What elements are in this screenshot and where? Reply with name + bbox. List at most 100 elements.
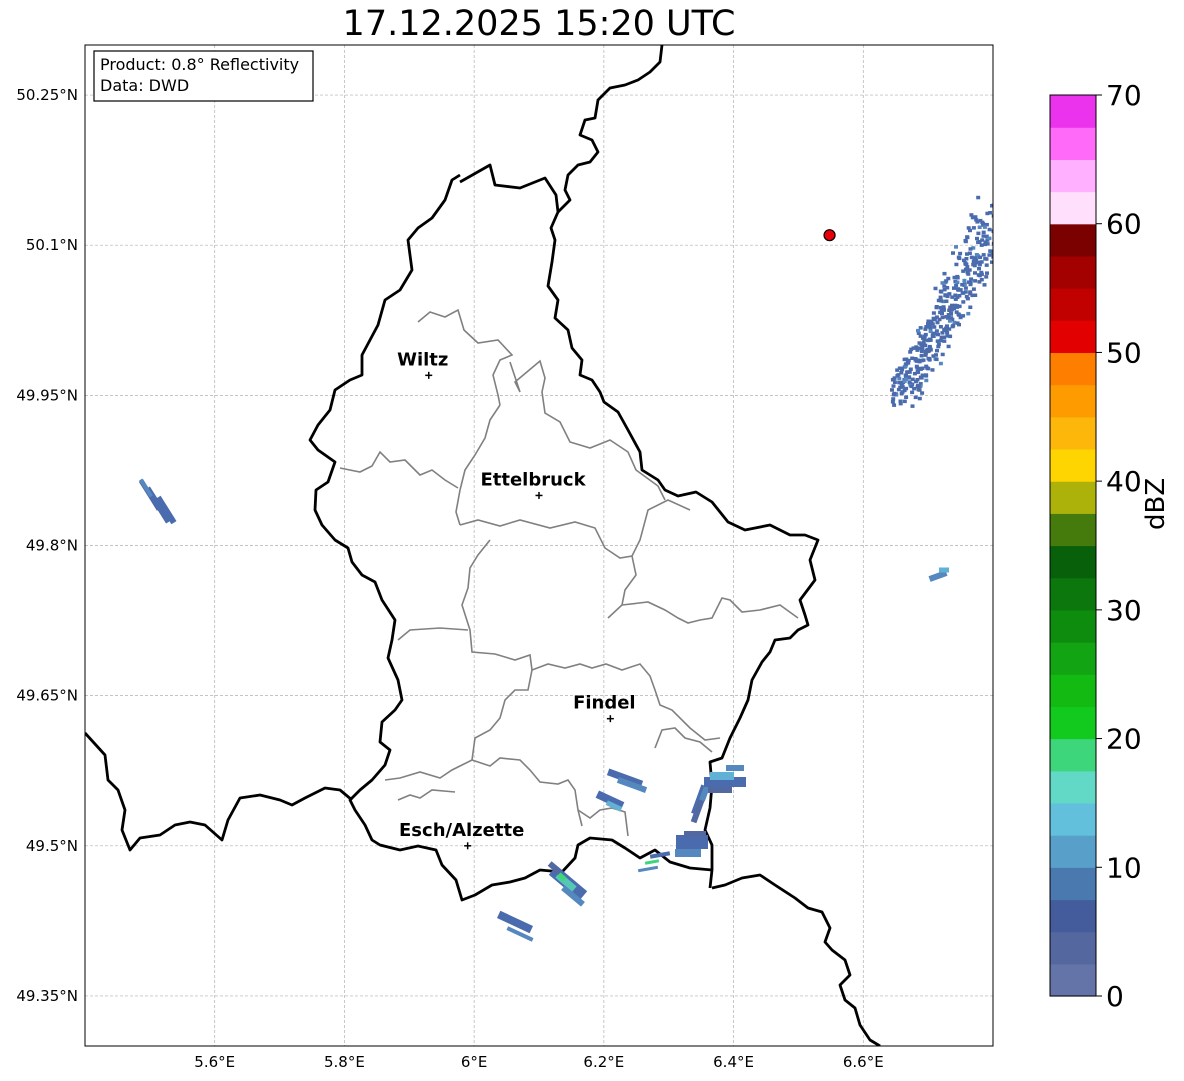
echo-pixel <box>951 251 955 255</box>
echo-pixel <box>892 380 897 384</box>
colorbar-segment <box>1050 288 1096 321</box>
y-tick-label: 50.25°N <box>16 86 78 104</box>
echo-patch <box>684 831 706 837</box>
echo-pixel <box>941 308 946 312</box>
echo-pixel <box>916 328 920 333</box>
colorbar-segment <box>1050 609 1096 643</box>
echo-pixel <box>892 403 897 407</box>
x-tick-label: 6°E <box>461 1053 488 1071</box>
echo-pixel <box>956 255 961 260</box>
radar-site-marker <box>823 229 836 242</box>
echo-pixel <box>946 344 951 349</box>
echo-pixel <box>926 319 931 323</box>
echo-pixel <box>907 370 912 374</box>
echo-patch <box>710 772 734 780</box>
echo-pixel <box>956 287 960 291</box>
x-tick-label: 5.8°E <box>324 1053 365 1071</box>
echo-pixel <box>944 299 949 303</box>
echo-pixel <box>939 335 944 340</box>
echo-pixel <box>925 366 930 370</box>
colorbar-segment <box>1050 642 1096 675</box>
colorbar-tick-label: 40 <box>1106 465 1142 498</box>
echo-pixel <box>987 227 992 232</box>
colorbar-tick-label: 60 <box>1106 208 1142 241</box>
echo-pixel <box>968 290 973 294</box>
echo-pixel <box>900 367 905 372</box>
echo-pixel <box>976 195 981 200</box>
echo-pixel <box>920 366 925 370</box>
colorbar-segment <box>1050 738 1096 772</box>
echo-pixel <box>914 364 919 369</box>
echo-pixel <box>987 253 992 257</box>
echo-pixel <box>984 263 989 267</box>
colorbar-label: dBZ <box>1141 477 1171 530</box>
city-label: Ettelbruck <box>480 469 586 490</box>
x-tick-label: 5.6°E <box>194 1053 235 1071</box>
city-label: Findel <box>573 693 636 714</box>
echo-pixel <box>950 303 954 308</box>
echo-pixel <box>976 231 981 236</box>
echo-pixel <box>892 391 897 396</box>
colorbar-segment <box>1050 127 1096 160</box>
echo-pixel <box>962 278 967 283</box>
echo-pixel <box>947 319 952 323</box>
colorbar-segment <box>1050 223 1096 257</box>
echo-pixel <box>955 295 960 299</box>
echo-pixel <box>919 354 924 358</box>
echo-pixel <box>968 305 973 309</box>
echo-pixel <box>904 386 909 391</box>
echo-patch <box>726 765 744 771</box>
echo-pixel <box>922 337 927 341</box>
echo-pixel <box>966 272 971 276</box>
echo-pixel <box>976 240 981 245</box>
y-tick-label: 49.35°N <box>16 987 78 1005</box>
echo-pixel <box>955 274 960 279</box>
colorbar-segment <box>1050 191 1096 225</box>
echo-pixel <box>936 342 941 346</box>
colorbar-segment <box>1050 352 1096 386</box>
echo-pixel <box>944 279 949 283</box>
colorbar-segment <box>1050 95 1096 128</box>
echo-pixel <box>927 338 932 342</box>
colorbar-segment <box>1050 545 1096 579</box>
echo-pixel <box>949 312 953 316</box>
echo-pixel <box>898 401 903 406</box>
echo-pixel <box>891 384 896 388</box>
colorbar-segment <box>1050 802 1096 836</box>
echo-pixel <box>942 271 947 276</box>
echo-pixel <box>940 331 945 335</box>
echo-pixel <box>907 380 912 384</box>
echo-patch <box>675 849 701 857</box>
echo-pixel <box>940 352 945 357</box>
echo-pixel <box>991 214 993 218</box>
echo-pixel <box>927 344 932 349</box>
colorbar-segment <box>1050 481 1096 514</box>
city-label: Esch/Alzette <box>399 820 524 841</box>
echo-pixel <box>954 262 959 267</box>
echo-pixel <box>960 282 965 287</box>
echo-pixel <box>945 294 950 299</box>
echo-pixel <box>904 395 909 399</box>
colorbar-tick-label: 50 <box>1106 336 1142 369</box>
echo-pixel <box>970 293 975 298</box>
colorbar-segment <box>1050 320 1096 354</box>
echo-pixel <box>970 215 975 220</box>
echo-pixel <box>964 257 969 261</box>
colorbar-segment <box>1050 674 1096 707</box>
echo-pixel <box>954 245 958 249</box>
echo-pixel <box>950 295 955 299</box>
echo-pixel <box>947 327 952 331</box>
echo-pixel <box>976 260 981 265</box>
echo-pixel <box>945 334 950 338</box>
y-tick-label: 49.65°N <box>16 687 78 705</box>
echo-pixel <box>917 396 922 401</box>
echo-pixel <box>935 320 940 325</box>
echo-pixel <box>954 283 959 288</box>
colorbar-segment <box>1050 835 1096 868</box>
echo-pixel <box>977 266 981 271</box>
echo-pixel <box>938 361 943 366</box>
echo-pixel <box>981 234 986 238</box>
colorbar-segment <box>1050 448 1096 482</box>
echo-pixel <box>969 277 974 281</box>
colorbar-segment <box>1050 513 1096 547</box>
